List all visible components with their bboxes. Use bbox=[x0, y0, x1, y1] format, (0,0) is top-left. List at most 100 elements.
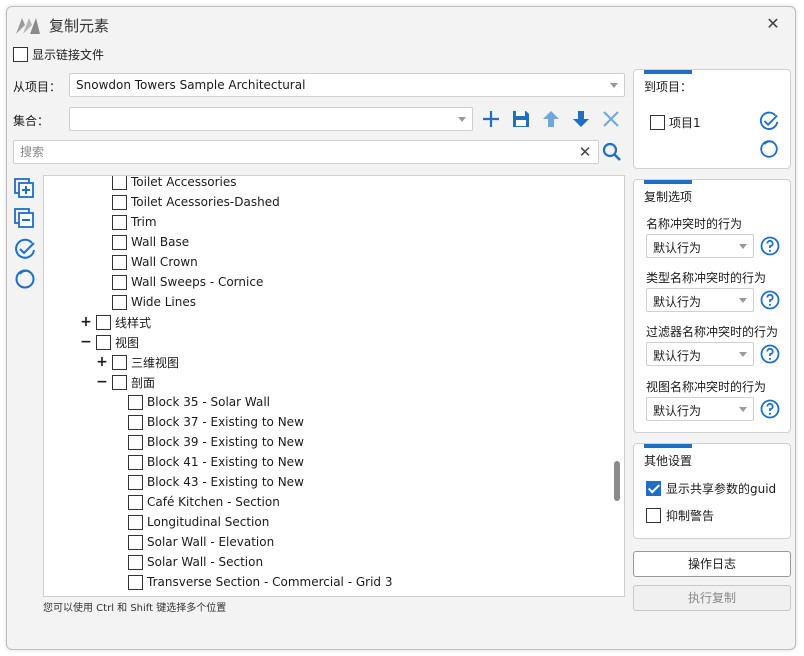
tree-item[interactable]: Wall Sweeps - Cornice bbox=[96, 272, 263, 292]
tree-item-checkbox[interactable] bbox=[128, 494, 143, 510]
tree-item-checkbox[interactable] bbox=[112, 234, 127, 250]
expand-all-icon[interactable] bbox=[13, 177, 37, 201]
tree-item[interactable]: Toilet Acessories-Dashed bbox=[96, 192, 280, 212]
tree-item-checkbox[interactable] bbox=[128, 394, 143, 410]
set-label: 集合： bbox=[13, 114, 50, 128]
tree-item-checkbox[interactable] bbox=[128, 514, 143, 530]
tree-item[interactable]: Solar Wall - Section bbox=[112, 552, 263, 572]
help-icon[interactable] bbox=[760, 236, 780, 256]
project-checkbox[interactable] bbox=[650, 115, 665, 130]
tree-item[interactable]: Block 39 - Existing to New bbox=[112, 432, 304, 452]
tree-item[interactable]: Trim bbox=[96, 212, 157, 232]
select-all-projects-icon[interactable] bbox=[758, 110, 780, 132]
other-settings-panel: 其他设置 显示共享参数的guid 抑制警告 bbox=[633, 443, 791, 539]
tree-item-checkbox[interactable] bbox=[112, 294, 127, 310]
tree-item-label: 三维视图 bbox=[131, 355, 180, 370]
set-select[interactable] bbox=[69, 107, 473, 131]
tree-item-checkbox[interactable] bbox=[112, 176, 127, 190]
tree-item-label: Block 39 - Existing to New bbox=[147, 435, 304, 449]
select-all-icon[interactable] bbox=[13, 237, 37, 261]
close-button[interactable]: ✕ bbox=[761, 13, 785, 37]
operation-log-button[interactable]: 操作日志 bbox=[633, 551, 791, 577]
show-linked-files-checkbox[interactable] bbox=[13, 46, 28, 62]
expand-toggle[interactable]: + bbox=[96, 354, 108, 370]
help-icon[interactable] bbox=[760, 290, 780, 310]
window-title: 复制元素 bbox=[49, 17, 110, 35]
name-conflict-select[interactable]: 默认行为 bbox=[646, 234, 754, 258]
show-guid-option[interactable]: 显示共享参数的guid bbox=[646, 480, 776, 497]
tree-item[interactable]: Wide Lines bbox=[96, 292, 196, 312]
tree-scrollbar[interactable] bbox=[614, 461, 620, 501]
suppress-warnings-option[interactable]: 抑制警告 bbox=[646, 507, 714, 524]
tree-item[interactable]: − 剖面 bbox=[96, 372, 155, 392]
save-icon[interactable] bbox=[510, 108, 532, 130]
tree-item-checkbox[interactable] bbox=[128, 414, 143, 430]
tree-item-checkbox[interactable] bbox=[112, 354, 127, 370]
tree-item-checkbox[interactable] bbox=[128, 434, 143, 450]
collapse-toggle[interactable]: − bbox=[80, 334, 92, 350]
from-project-select[interactable]: Snowdon Towers Sample Architectural bbox=[69, 73, 625, 97]
tree-item-checkbox[interactable] bbox=[112, 274, 127, 290]
suppress-warnings-checkbox[interactable] bbox=[646, 508, 661, 523]
execute-copy-button[interactable]: 执行复制 bbox=[633, 585, 791, 611]
tree-item[interactable]: + 三维视图 bbox=[96, 352, 179, 372]
tree-item[interactable]: Block 35 - Solar Wall bbox=[112, 392, 270, 412]
tree-item[interactable]: Wall Crown bbox=[96, 252, 198, 272]
collapse-toggle[interactable]: − bbox=[96, 374, 108, 390]
tree-item-checkbox[interactable] bbox=[112, 374, 127, 390]
tree-item[interactable]: Transverse Section - Commercial - Grid 3 bbox=[112, 572, 392, 592]
delete-icon[interactable] bbox=[600, 108, 622, 130]
search-input[interactable] bbox=[20, 145, 570, 159]
filter-name-conflict-select[interactable]: 默认行为 bbox=[646, 342, 754, 366]
tree-item-label: Wall Sweeps - Cornice bbox=[131, 275, 264, 289]
tree-item[interactable]: Wall Base bbox=[96, 232, 189, 252]
element-tree[interactable]: Toilet Accessories Toilet Acessories-Dash… bbox=[43, 175, 625, 597]
arrow-up-icon[interactable] bbox=[540, 108, 562, 130]
expand-toggle[interactable]: + bbox=[80, 314, 92, 330]
tree-item[interactable]: Longitudinal Section bbox=[112, 512, 269, 532]
deselect-all-icon[interactable] bbox=[13, 267, 37, 291]
tree-item-label: Solar Wall - Elevation bbox=[147, 535, 275, 549]
collapse-all-icon[interactable] bbox=[13, 207, 37, 231]
help-icon[interactable] bbox=[760, 344, 780, 364]
tree-item-label: Toilet Accessories bbox=[131, 175, 237, 189]
tree-item-label: Wide Lines bbox=[131, 295, 197, 309]
show-linked-files-option[interactable]: 显示链接文件 bbox=[13, 45, 104, 63]
filter-name-conflict-label: 过滤器名称冲突时的行为 bbox=[646, 325, 779, 339]
tree-item[interactable]: Block 37 - Existing to New bbox=[112, 412, 304, 432]
tree-item-checkbox[interactable] bbox=[128, 554, 143, 570]
tree-item-checkbox[interactable] bbox=[112, 254, 127, 270]
copy-elements-dialog: 复制元素 ✕ 显示链接文件 从项目： Snowdon Towers Sample… bbox=[6, 6, 796, 650]
tree-item[interactable]: Café Kitchen - Section bbox=[112, 492, 280, 512]
arrow-down-icon[interactable] bbox=[570, 108, 592, 130]
tree-item-checkbox[interactable] bbox=[128, 574, 143, 590]
clear-search-icon[interactable]: ✕ bbox=[576, 143, 594, 161]
tree-item-label: 视图 bbox=[115, 335, 140, 350]
add-icon[interactable] bbox=[480, 108, 502, 130]
search-icon[interactable] bbox=[601, 141, 623, 163]
tree-item[interactable]: Toilet Accessories bbox=[96, 175, 237, 192]
show-guid-checkbox[interactable] bbox=[646, 481, 661, 496]
tree-item-checkbox[interactable] bbox=[112, 194, 127, 210]
tree-item-checkbox[interactable] bbox=[128, 454, 143, 470]
tree-item[interactable]: − 视图 bbox=[80, 332, 139, 352]
view-name-conflict-select[interactable]: 默认行为 bbox=[646, 397, 754, 421]
tree-item-checkbox[interactable] bbox=[128, 534, 143, 550]
filter-name-conflict-value: 默认行为 bbox=[653, 349, 702, 363]
show-linked-files-label: 显示链接文件 bbox=[32, 47, 105, 62]
search-box: ✕ bbox=[13, 140, 599, 164]
tree-item[interactable]: + 线样式 bbox=[80, 312, 151, 332]
help-icon[interactable] bbox=[760, 399, 780, 419]
tree-item-checkbox[interactable] bbox=[96, 334, 111, 350]
tree-item-checkbox[interactable] bbox=[128, 474, 143, 490]
type-name-conflict-select[interactable]: 默认行为 bbox=[646, 288, 754, 312]
tree-item[interactable]: Solar Wall - Elevation bbox=[112, 532, 274, 552]
tree-item[interactable]: Block 43 - Existing to New bbox=[112, 472, 304, 492]
deselect-all-projects-icon[interactable] bbox=[758, 138, 780, 160]
tree-item-checkbox[interactable] bbox=[112, 214, 127, 230]
tree-item[interactable]: Block 41 - Existing to New bbox=[112, 452, 304, 472]
tree-item-label: Transverse Section - Commercial - Grid 3 bbox=[147, 575, 393, 589]
project-item[interactable]: 项目1 bbox=[650, 114, 701, 131]
chevron-down-icon bbox=[610, 83, 618, 88]
tree-item-checkbox[interactable] bbox=[96, 314, 111, 330]
